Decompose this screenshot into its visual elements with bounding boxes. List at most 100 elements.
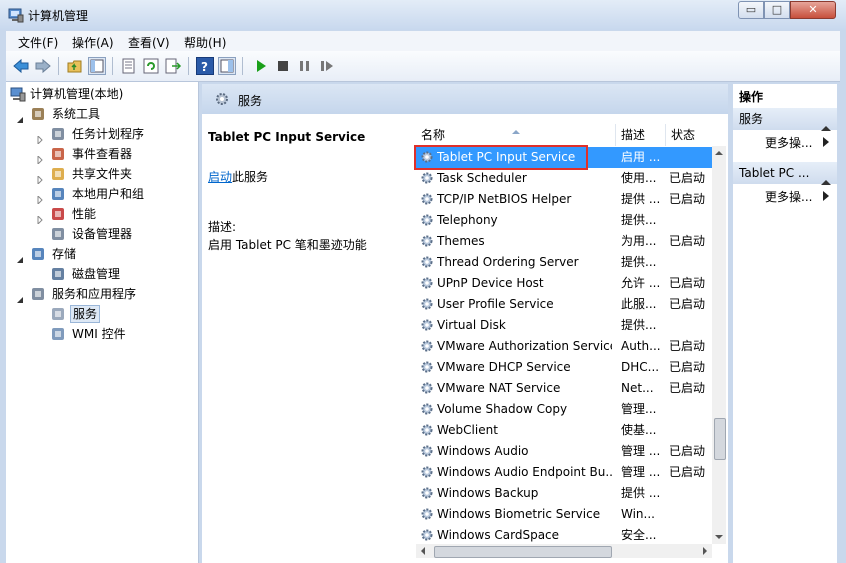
menu-view[interactable]: 查看(V) (128, 34, 170, 51)
action-pane-icon[interactable] (218, 57, 236, 75)
storage-icon (30, 246, 46, 262)
menu-file[interactable]: 文件(F) (18, 34, 58, 51)
sort-ascending-icon (512, 124, 520, 134)
tree-item[interactable]: 共享文件夹 (6, 164, 196, 186)
service-gear-icon (420, 444, 434, 458)
horizontal-scroll-thumb[interactable] (434, 546, 612, 558)
clock-icon (50, 126, 66, 142)
services-apps-icon (30, 286, 46, 302)
service-status: 已启动 (669, 171, 706, 185)
service-row[interactable]: Windows Audio Endpoint Bu... 管理 ... 已启动 (416, 462, 712, 483)
tools-icon (30, 106, 46, 122)
tree-item[interactable]: 服务和应用程序 (6, 284, 196, 304)
pause-service-icon[interactable] (296, 57, 314, 75)
start-service-link[interactable]: 启动 (208, 170, 232, 184)
service-name: WebClient (437, 423, 498, 437)
tree-item[interactable]: 系统工具 (6, 104, 196, 124)
service-row[interactable]: VMware Authorization Service Auth... 已启动 (416, 336, 712, 357)
tree-item[interactable]: 服务 (6, 304, 196, 324)
menu-action[interactable]: 操作(A) (72, 34, 114, 51)
service-row[interactable]: Virtual Disk 提供... (416, 315, 712, 336)
export-list-icon[interactable] (164, 57, 182, 75)
back-icon[interactable] (12, 57, 30, 75)
toolbar-separator (242, 57, 243, 75)
service-row[interactable]: VMware NAT Service Net... 已启动 (416, 378, 712, 399)
service-name: Virtual Disk (437, 318, 506, 332)
service-row[interactable]: TCP/IP NetBIOS Helper 提供 ... 已启动 (416, 189, 712, 210)
tree-item-label: 共享文件夹 (72, 167, 133, 181)
stop-service-icon[interactable] (274, 57, 292, 75)
tree-item[interactable]: 设备管理器 (6, 224, 196, 244)
start-service-icon[interactable] (252, 57, 270, 75)
refresh-icon[interactable] (142, 57, 160, 75)
service-row[interactable]: Task Scheduler 使用... 已启动 (416, 168, 712, 189)
service-row[interactable]: UPnP Device Host 允许 ... 已启动 (416, 273, 712, 294)
column-header-status[interactable]: 状态 (666, 124, 712, 146)
service-desc: 管理... (621, 402, 657, 416)
service-desc: Net... (621, 381, 654, 395)
column-desc-label: 描述 (621, 128, 646, 142)
service-gear-icon (420, 486, 434, 500)
service-row[interactable]: Volume Shadow Copy 管理... (416, 399, 712, 420)
service-desc: Auth... (621, 339, 661, 353)
tree-item[interactable]: 任务计划程序 (6, 124, 196, 146)
up-folder-icon[interactable] (66, 57, 84, 75)
forward-icon[interactable] (34, 57, 52, 75)
help-icon[interactable]: ? (196, 57, 214, 75)
service-row[interactable]: Themes 为用... 已启动 (416, 231, 712, 252)
tree-item-label: 事件查看器 (72, 147, 133, 161)
tree-item[interactable]: 本地用户和组 (6, 184, 196, 206)
service-gear-icon (420, 213, 434, 227)
service-desc: Win... (621, 507, 655, 521)
service-row[interactable]: User Profile Service 此服... 已启动 (416, 294, 712, 315)
toolbar-separator (188, 57, 189, 75)
restart-service-icon[interactable] (318, 57, 336, 75)
service-row[interactable]: WebClient 使基... (416, 420, 712, 441)
more-actions-tablet[interactable]: 更多操... (765, 188, 829, 205)
service-row[interactable]: Windows Backup 提供 ... (416, 483, 712, 504)
description-text: 启用 Tablet PC 笔和墨迹功能 (208, 238, 367, 252)
service-desc: 启用 ... (621, 150, 661, 164)
vertical-scroll-thumb[interactable] (714, 418, 726, 460)
service-name: User Profile Service (437, 297, 554, 311)
service-gear-icon (420, 234, 434, 248)
service-status: 已启动 (669, 465, 706, 479)
scroll-down-icon[interactable] (712, 530, 726, 544)
tree-item-label: 本地用户和组 (72, 187, 145, 201)
service-row[interactable]: Thread Ordering Server 提供... (416, 252, 712, 273)
tree-item[interactable]: 事件查看器 (6, 144, 196, 166)
vertical-scrollbar[interactable] (712, 146, 726, 544)
service-gear-icon (420, 192, 434, 206)
service-row[interactable]: Windows Biometric Service Win... (416, 504, 712, 525)
service-gear-icon (420, 381, 434, 395)
scroll-right-icon[interactable] (698, 544, 712, 558)
service-row[interactable]: Windows CardSpace 安全... (416, 525, 712, 544)
service-row[interactable]: Windows Audio 管理 ... 已启动 (416, 441, 712, 462)
scroll-left-icon[interactable] (416, 544, 430, 558)
maximize-button[interactable]: □ (764, 1, 790, 19)
column-name-label: 名称 (421, 128, 446, 142)
service-gear-icon (420, 339, 434, 353)
scroll-up-icon[interactable] (712, 146, 726, 160)
show-tree-icon[interactable] (88, 57, 106, 75)
service-row[interactable]: VMware DHCP Service DHC... 已启动 (416, 357, 712, 378)
actions-section-tablet[interactable]: Tablet PC ... (733, 162, 837, 185)
service-row[interactable]: Telephony 提供... (416, 210, 712, 231)
actions-section-services[interactable]: 服务 (733, 108, 837, 131)
minimize-button[interactable]: ▭ (738, 1, 764, 19)
tree-item[interactable]: 磁盘管理 (6, 264, 196, 284)
tree-item-label: 任务计划程序 (72, 127, 145, 141)
svg-text:?: ? (201, 60, 208, 74)
tree-item[interactable]: 性能 (6, 204, 196, 226)
service-status: 已启动 (669, 339, 706, 353)
column-header-desc[interactable]: 描述 (616, 124, 666, 146)
menu-help[interactable]: 帮助(H) (184, 34, 226, 51)
service-status: 已启动 (669, 297, 706, 311)
close-button[interactable]: ✕ (790, 1, 836, 19)
properties-icon[interactable] (120, 57, 138, 75)
more-actions-services[interactable]: 更多操... (765, 134, 829, 151)
service-desc: 管理 ... (621, 444, 661, 458)
horizontal-scrollbar[interactable] (416, 544, 712, 558)
tree-item[interactable]: WMI 控件 (6, 324, 196, 344)
tree-item[interactable]: 存储 (6, 244, 196, 264)
